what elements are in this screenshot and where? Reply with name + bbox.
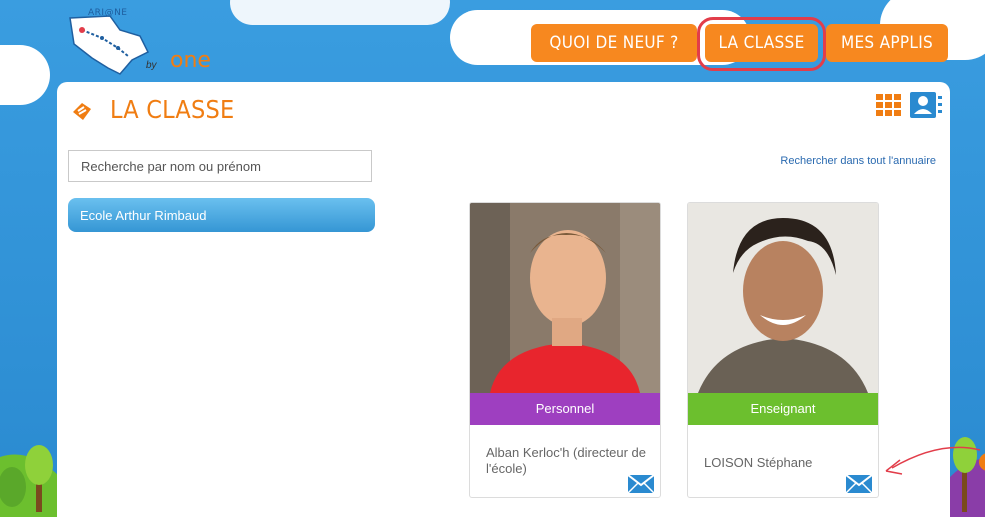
search-all-directory-link[interactable]: Rechercher dans tout l'annuaire [780,155,936,167]
search-input[interactable] [68,150,372,182]
person-photo [470,203,660,393]
cloud-top [230,0,450,25]
role-badge: Personnel [470,393,660,425]
person-name: Alban Kerloc'h (directeur de l'école) [486,445,647,476]
logo-by: by [146,60,157,71]
person-card[interactable]: Personnel Alban Kerloc'h (directeur de l… [469,202,661,498]
page-title: LA CLASSE [110,95,235,124]
mail-icon[interactable] [628,475,654,493]
mail-icon[interactable] [846,475,872,493]
nav-mes-applis[interactable]: MES APPLIS [826,24,948,62]
contact-card-icon[interactable] [910,92,942,118]
person-card[interactable]: Enseignant LOISON Stéphane [687,202,879,498]
person-name: LOISON Stéphane [704,455,813,470]
one-logo: one [170,48,211,73]
grid-view-icon[interactable] [876,94,902,117]
highlight-circle [697,17,826,71]
person-photo [688,203,878,393]
annotation-arrow [885,446,981,475]
role-badge: Enseignant [688,393,878,425]
logo-tagline: ARI@NE [88,8,128,18]
class-icon [73,103,91,120]
nav-quoi-de-neuf[interactable]: QUOI DE NEUF ? [531,24,697,62]
school-item[interactable]: Ecole Arthur Rimbaud [68,198,375,232]
